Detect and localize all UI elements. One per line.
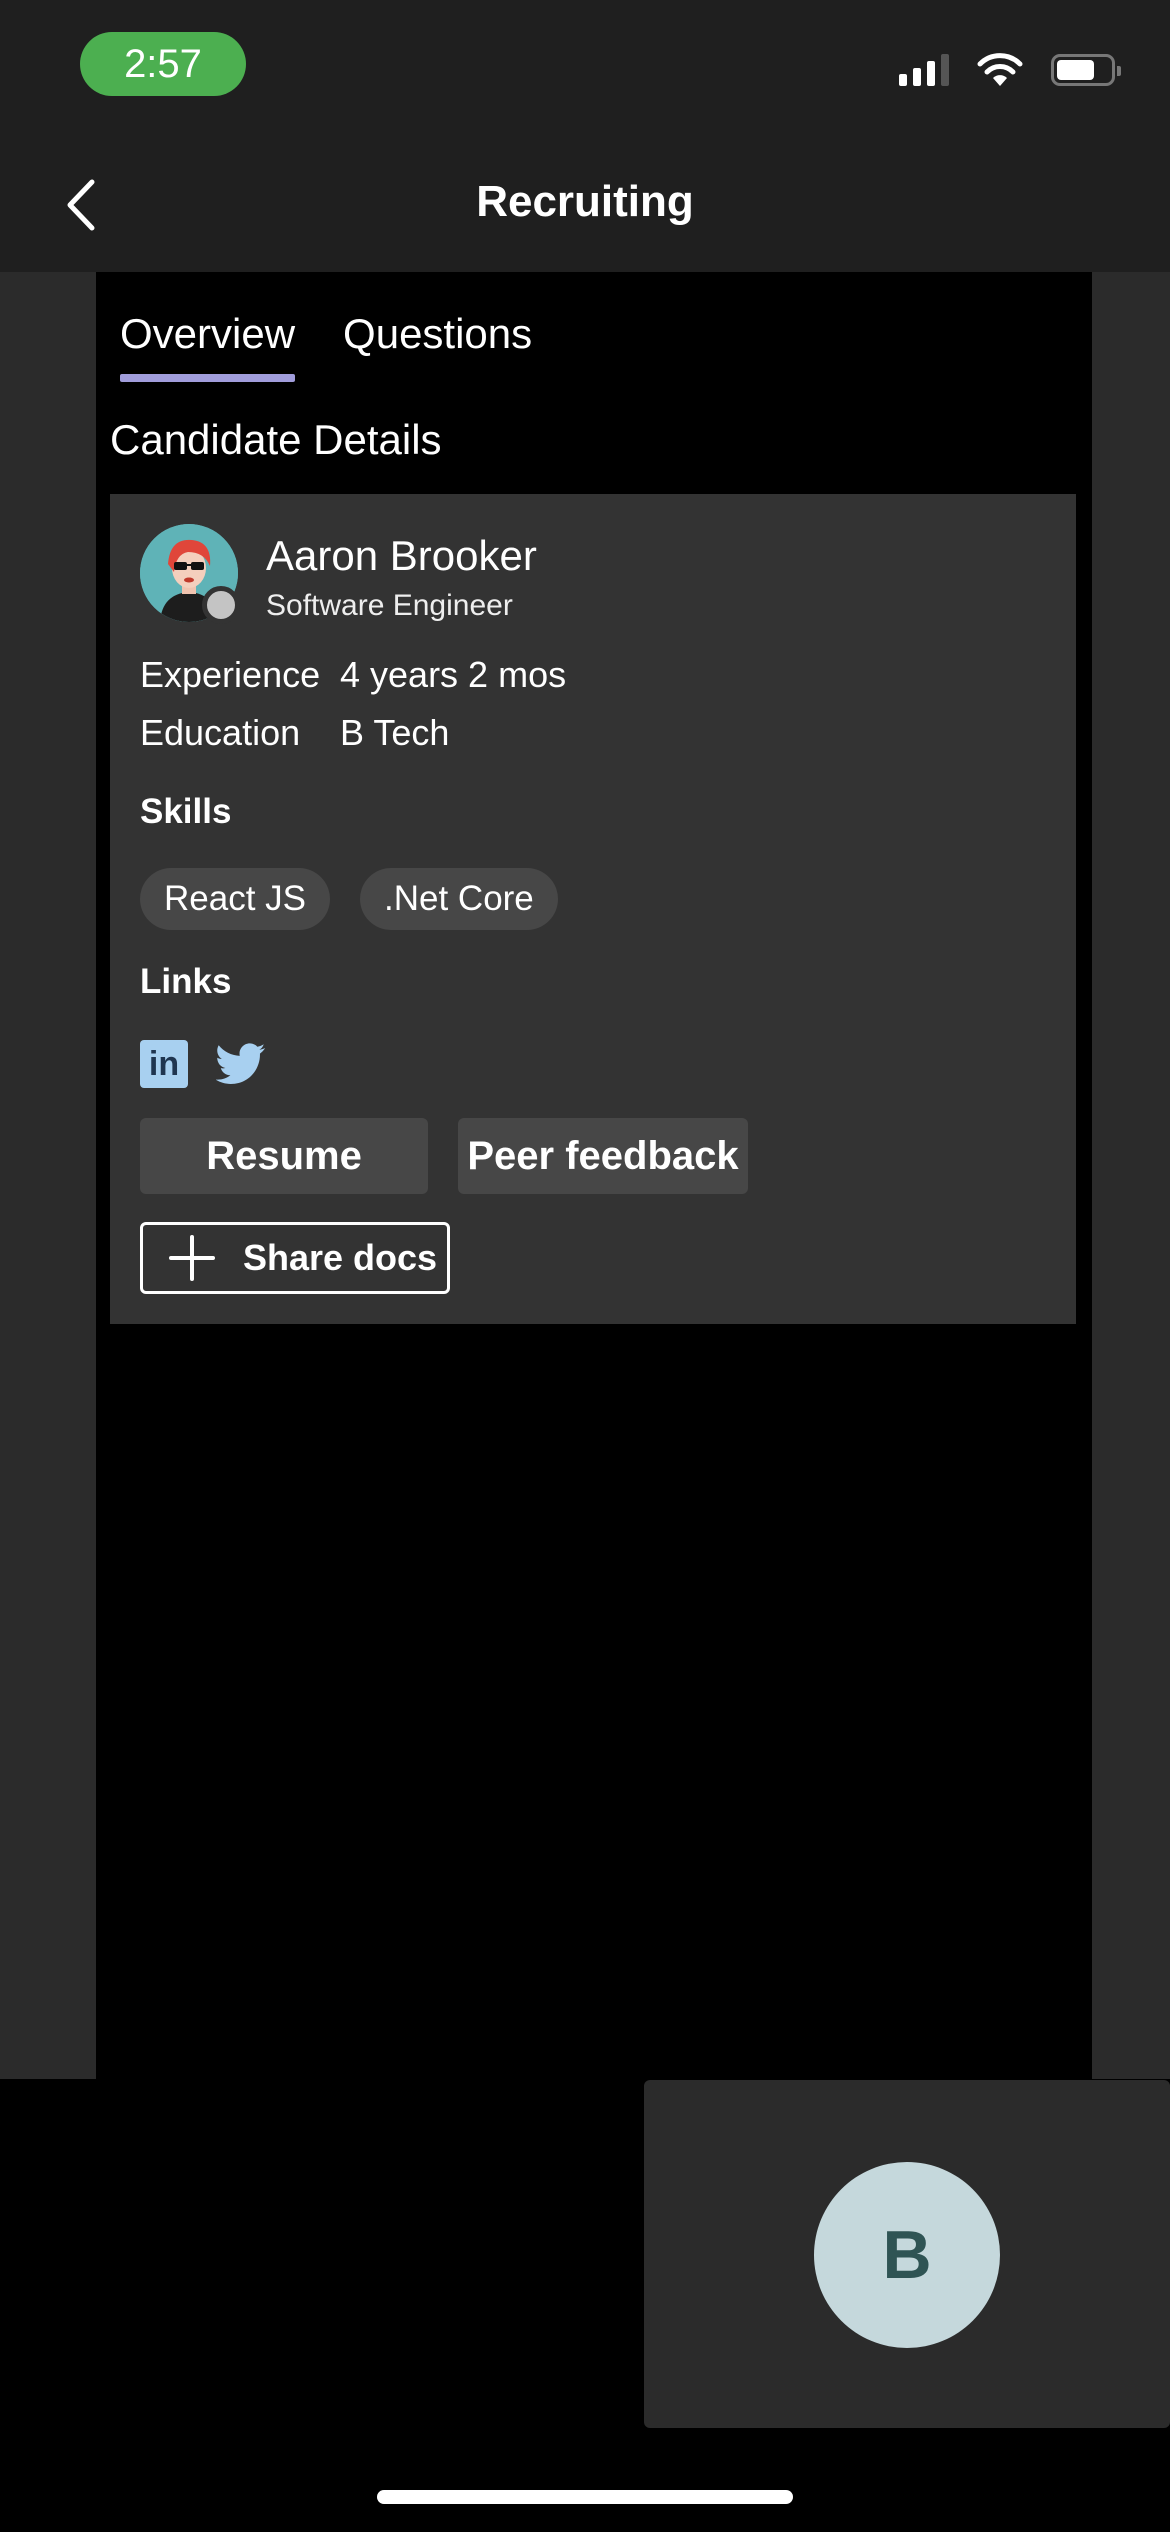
caller-avatar: B bbox=[814, 2162, 1000, 2348]
battery-icon bbox=[1051, 54, 1121, 86]
page-title: Recruiting bbox=[476, 177, 694, 226]
detail-label: Experience bbox=[140, 654, 321, 695]
detail-label: Education bbox=[140, 712, 301, 753]
twitter-icon[interactable] bbox=[216, 1043, 266, 1085]
action-buttons: Resume Peer feedback bbox=[140, 1118, 748, 1194]
call-preview[interactable]: B bbox=[644, 2080, 1170, 2428]
detail-experience: Experience 4 years 2 mos bbox=[140, 650, 566, 700]
candidate-name: Aaron Brooker bbox=[266, 532, 537, 579]
app-screen: 2:57 Recruiting Overview Questions Candi… bbox=[0, 0, 1170, 2532]
share-docs-label: Share docs bbox=[243, 1237, 438, 1278]
plus-icon bbox=[169, 1235, 215, 1281]
section-title: Candidate Details bbox=[110, 416, 442, 463]
left-gutter bbox=[0, 272, 96, 2079]
skill-chip: .Net Core bbox=[360, 868, 558, 930]
peer-feedback-button[interactable]: Peer feedback bbox=[458, 1118, 748, 1194]
status-icons bbox=[899, 52, 1121, 88]
avatar[interactable] bbox=[140, 524, 240, 624]
tab-questions[interactable]: Questions bbox=[343, 306, 532, 370]
candidate-role: Software Engineer bbox=[266, 589, 513, 622]
right-gutter bbox=[1092, 272, 1170, 2079]
status-time: 2:57 bbox=[80, 32, 246, 96]
top-bar: 2:57 Recruiting bbox=[0, 0, 1170, 272]
skill-chip: React JS bbox=[140, 868, 330, 930]
tab-bar: Overview Questions bbox=[120, 306, 532, 382]
candidate-card: Aaron Brooker Software Engineer Experien… bbox=[110, 494, 1076, 1324]
main-content: Overview Questions Candidate Details Aar… bbox=[96, 272, 1092, 2079]
skills-list: React JS .Net Core bbox=[140, 868, 558, 930]
resume-button[interactable]: Resume bbox=[140, 1118, 428, 1194]
detail-education: Education B Tech bbox=[140, 708, 449, 758]
tab-overview[interactable]: Overview bbox=[120, 306, 296, 382]
detail-value: B Tech bbox=[340, 712, 450, 753]
links-list: in bbox=[140, 1040, 266, 1088]
home-indicator[interactable] bbox=[377, 2490, 793, 2504]
presence-indicator bbox=[202, 586, 240, 624]
wifi-icon bbox=[977, 53, 1023, 86]
linkedin-icon[interactable]: in bbox=[140, 1040, 188, 1088]
skills-heading: Skills bbox=[140, 792, 232, 831]
links-heading: Links bbox=[140, 962, 232, 1001]
signal-icon bbox=[899, 54, 949, 86]
share-docs-button[interactable]: Share docs bbox=[140, 1222, 450, 1294]
detail-value: 4 years 2 mos bbox=[340, 654, 567, 695]
